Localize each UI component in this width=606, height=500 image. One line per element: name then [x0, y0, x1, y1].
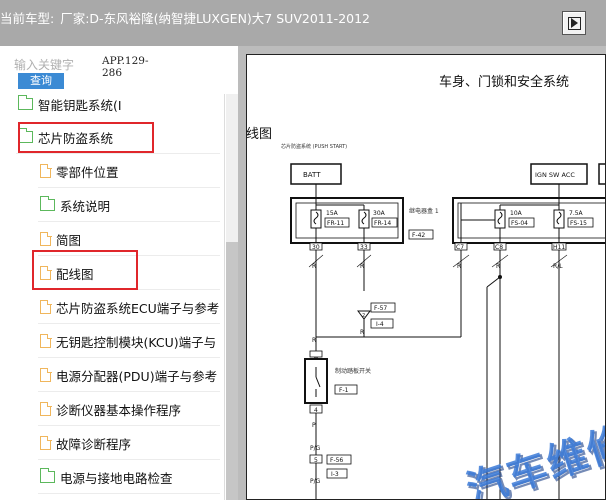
svg-text:30: 30: [312, 244, 320, 251]
svg-text:30A: 30A: [373, 210, 386, 217]
svg-text:15A: 15A: [326, 210, 339, 217]
svg-text:I-4: I-4: [376, 321, 384, 328]
svg-text:F-56: F-56: [330, 457, 343, 464]
vehicle-label: 当前车型:: [0, 11, 55, 26]
svg-text:FS-04: FS-04: [511, 220, 528, 227]
svg-text:4: 4: [314, 407, 318, 414]
tree-document-item[interactable]: 诊断仪器基本操作程序: [40, 398, 181, 420]
tree-separator: [38, 459, 220, 460]
tree-item-label: 系统说明: [60, 198, 111, 214]
document-icon: [40, 367, 52, 382]
tree-separator: [38, 187, 220, 188]
svg-text:P: P: [312, 422, 316, 429]
tree-separator: [38, 357, 220, 358]
svg-text:P/G: P/G: [310, 445, 321, 452]
document-icon: [40, 163, 52, 178]
document-icon: [40, 231, 52, 246]
tree-document-item[interactable]: 故障诊断程序: [40, 432, 131, 454]
tree-document-item[interactable]: 零部件位置: [40, 160, 119, 182]
svg-text:C8: C8: [495, 244, 503, 251]
tree-separator: [38, 391, 220, 392]
svg-text:I-3: I-3: [331, 471, 339, 478]
fuse-fr11: [310, 209, 322, 229]
highlight-box-antitheft: [18, 122, 154, 153]
svg-text:10A: 10A: [510, 210, 523, 217]
folder-icon: [39, 196, 55, 211]
tree-item-label: 零部件位置: [56, 164, 119, 180]
tree-item-label: 简图: [56, 232, 82, 248]
svg-text:C7: C7: [456, 244, 464, 251]
document-icon: [40, 299, 52, 314]
header-bar: 当前车型: 厂家:D-东风裕隆(纳智捷LUXGEN)大7 SUV2011-2012: [0, 0, 606, 46]
svg-text:F-1: F-1: [339, 387, 349, 394]
fuse-fr14: [358, 209, 370, 229]
folder-icon: [17, 95, 33, 110]
svg-text:P/G: P/G: [310, 478, 321, 485]
document-icon: [40, 333, 52, 348]
search-button[interactable]: 查询: [18, 73, 64, 89]
fuse-box-label: 继电器盒 1: [409, 207, 439, 215]
tree-separator: [16, 153, 220, 154]
fuse-fs04: [494, 209, 506, 229]
tree-item-label: 无钥匙控制模块(KCU)端子与: [56, 334, 217, 350]
svg-text:FR-14: FR-14: [374, 220, 391, 227]
tree-separator: [38, 323, 220, 324]
tree-scrollbar-thumb[interactable]: [226, 242, 238, 500]
svg-text:7.5A: 7.5A: [569, 210, 584, 217]
batt-label: BATT: [303, 171, 321, 179]
document-page: 车身、门锁和安全系统 配线图 芯片防盗系统 (PUSH START) BATT …: [246, 54, 606, 500]
frame-icon: [567, 16, 581, 30]
search-input[interactable]: [14, 56, 96, 74]
document-icon: [40, 401, 52, 416]
tree-separator: [38, 425, 220, 426]
search-area: 查询 APP.129-286: [0, 46, 238, 94]
svg-text:FR-11: FR-11: [327, 220, 344, 227]
svg-text:R: R: [312, 337, 316, 344]
tree-separator: [38, 221, 220, 222]
svg-text:R: R: [496, 263, 500, 270]
svg-text:R: R: [360, 329, 364, 336]
tree-separator: [38, 493, 220, 494]
document-icon: [40, 435, 52, 450]
tree-document-item[interactable]: 芯片防盗系统ECU端子与参考: [40, 296, 219, 318]
tree-item-label: 故障诊断程序: [56, 436, 132, 452]
ign-label: IGN SW ACC: [535, 171, 575, 179]
svg-text:F-57: F-57: [374, 305, 387, 312]
svg-text:H11: H11: [553, 244, 565, 251]
tree-item-label: 芯片防盗系统ECU端子与参考: [56, 300, 220, 316]
svg-text:F-42: F-42: [412, 232, 425, 239]
brake-switch-label: 制动踏板开关: [335, 367, 371, 375]
tree-item-label: 诊断仪器基本操作程序: [56, 402, 182, 418]
tree-folder-item[interactable]: 电源与接地电路检查: [39, 466, 173, 488]
svg-text:2: 2: [362, 313, 365, 319]
tree-item-label: 电源与接地电路检查: [60, 470, 173, 486]
tree-item-label: 电源分配器(PDU)端子与参考: [56, 368, 218, 384]
nav-forward-button[interactable]: [562, 11, 586, 35]
tree-document-item[interactable]: 简图: [40, 228, 81, 250]
svg-text:5: 5: [314, 457, 318, 464]
tree-folder-item[interactable]: 系统说明: [39, 194, 111, 216]
tree-item-label: 智能钥匙系统(I: [38, 97, 122, 113]
fuse-fs15: [553, 209, 565, 229]
svg-text:FS-15: FS-15: [570, 220, 587, 227]
tree-folder-item[interactable]: 智能钥匙系统(I: [17, 93, 122, 115]
svg-text:R: R: [457, 263, 461, 270]
panel-divider: [224, 94, 225, 500]
vehicle-title: 当前车型: 厂家:D-东风裕隆(纳智捷LUXGEN)大7 SUV2011-2012: [0, 8, 370, 27]
app-code: APP.129-286: [102, 55, 149, 79]
document-viewer[interactable]: 车身、门锁和安全系统 配线图 芯片防盗系统 (PUSH START) BATT …: [238, 46, 606, 500]
app-window: 当前车型: 厂家:D-东风裕隆(纳智捷LUXGEN)大7 SUV2011-2012…: [0, 0, 606, 500]
tree-document-item[interactable]: 无钥匙控制模块(KCU)端子与: [40, 330, 216, 352]
diagram-caption: 芯片防盗系统 (PUSH START): [281, 143, 347, 150]
folder-icon: [39, 468, 55, 483]
highlight-box-wiring: [32, 250, 138, 290]
vehicle-name: 厂家:D-东风裕隆(纳智捷LUXGEN)大7 SUV2011-2012: [60, 11, 371, 26]
tree-document-item[interactable]: 电源分配器(PDU)端子与参考: [40, 364, 217, 386]
svg-text:33: 33: [360, 244, 368, 251]
